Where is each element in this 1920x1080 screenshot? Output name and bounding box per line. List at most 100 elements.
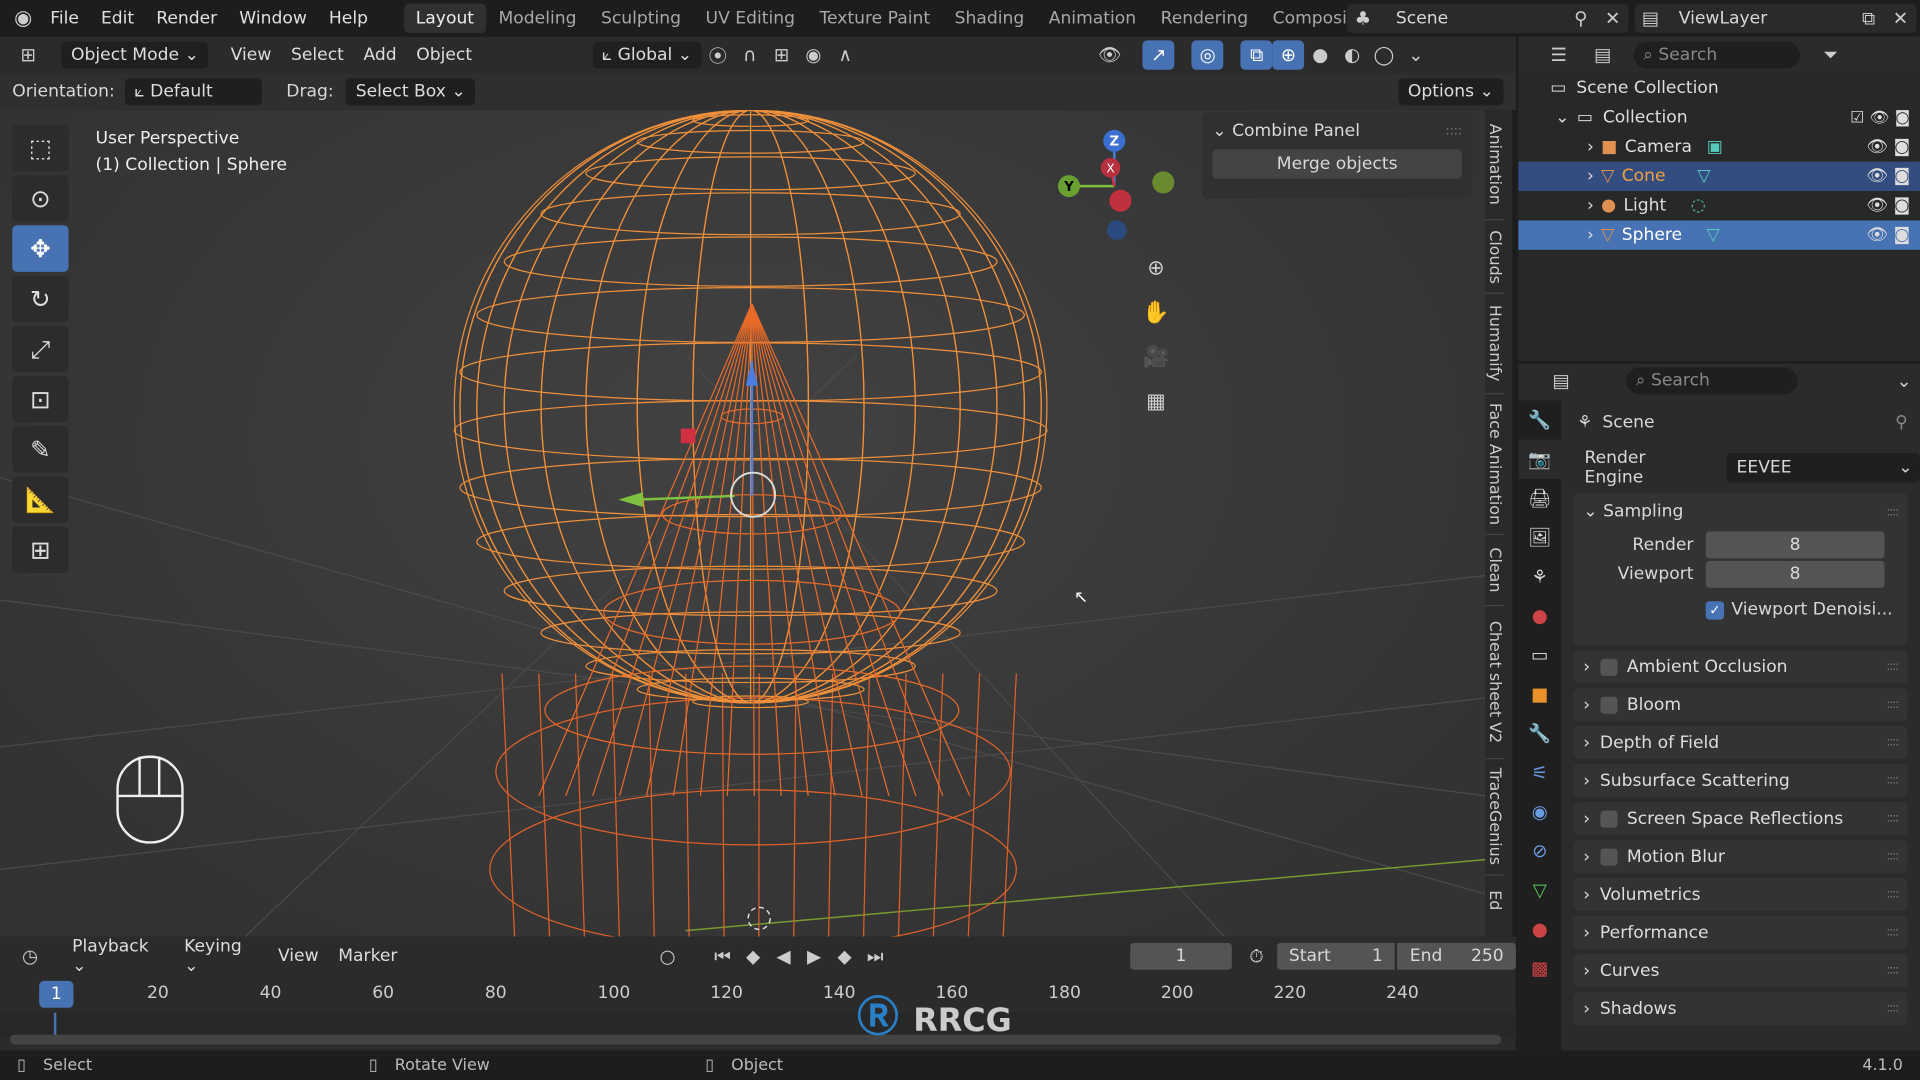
snap-target-icon[interactable]: ⊞ bbox=[766, 40, 798, 69]
proportional-edit-icon[interactable]: ◉ bbox=[797, 40, 829, 69]
rendered-shading-icon[interactable]: ◯ bbox=[1368, 40, 1400, 69]
play-icon[interactable]: ▶ bbox=[799, 942, 830, 971]
scene-collection-row[interactable]: ▭ Scene Collection bbox=[1518, 73, 1920, 102]
view-layer-tab-icon[interactable]: 🖼 bbox=[1518, 518, 1561, 557]
outliner-search-input[interactable]: ⌕ Search bbox=[1633, 41, 1801, 69]
pin-icon[interactable]: ⚲ bbox=[1895, 413, 1908, 433]
tab-layout[interactable]: Layout bbox=[403, 3, 487, 34]
panel-subsurface-scattering[interactable]: › Subsurface Scattering:::: bbox=[1573, 764, 1908, 798]
gizmo-toggle-icon[interactable]: ↗ bbox=[1142, 40, 1175, 70]
blender-logo-icon[interactable]: ◉ bbox=[7, 4, 39, 33]
modifier-tab-icon[interactable]: 🔧 bbox=[1518, 714, 1561, 753]
add-cube-tool-icon[interactable]: ⊞ bbox=[12, 526, 69, 574]
timeline-track-area[interactable] bbox=[0, 1012, 1516, 1038]
outliner-item-cone[interactable]: › ▽ Cone ▽ 👁 ◙ bbox=[1518, 161, 1920, 192]
merge-objects-button[interactable]: Merge objects bbox=[1212, 149, 1463, 179]
solid-shading-icon[interactable]: ● bbox=[1304, 40, 1336, 69]
frame-ruler[interactable]: 1 20 40 60 80 100 120 140 160 180 200 220 240 bbox=[0, 975, 1516, 1013]
measure-tool-icon[interactable]: 📐 bbox=[12, 476, 69, 523]
orientation-dropdown[interactable]: ⟀ Default bbox=[124, 78, 262, 106]
panel-volumetrics[interactable]: › Volumetrics:::: bbox=[1573, 877, 1908, 912]
physics-tab-icon[interactable]: ◉ bbox=[1518, 792, 1561, 831]
snap-icon[interactable]: ∩ bbox=[734, 40, 766, 69]
menu-playback[interactable]: Playback ⌄ bbox=[62, 937, 174, 976]
menu-marker[interactable]: Marker bbox=[328, 947, 407, 967]
wireframe-shading-icon[interactable]: ⊕ bbox=[1272, 40, 1305, 70]
visibility-icons[interactable]: 👁 ◙ bbox=[1866, 196, 1910, 216]
outliner-item-sphere[interactable]: › ▽ Sphere ▽ 👁 ◙ bbox=[1518, 220, 1920, 250]
material-shading-icon[interactable]: ◐ bbox=[1336, 40, 1368, 69]
falloff-icon[interactable]: ∧ bbox=[829, 40, 861, 69]
rotate-tool-icon[interactable]: ↻ bbox=[12, 275, 69, 323]
xray-toggle-icon[interactable]: ⧉ bbox=[1240, 40, 1273, 70]
denoise-checkbox[interactable]: ✓ bbox=[1705, 600, 1725, 619]
menu-add[interactable]: Add bbox=[354, 45, 407, 65]
outliner-item-light[interactable]: › ● Light ◌ 👁 ◙ bbox=[1518, 191, 1920, 220]
menu-view[interactable]: View bbox=[268, 947, 328, 967]
pivot-icon[interactable]: ⦿ bbox=[702, 40, 734, 69]
sidebar-tab-face-animation[interactable]: Face Animation bbox=[1485, 394, 1504, 536]
menu-window[interactable]: Window bbox=[228, 9, 318, 29]
viewport-samples-field[interactable]: 8 bbox=[1705, 560, 1885, 588]
visibility-icon[interactable]: 👁 bbox=[1094, 40, 1126, 69]
data-tab-icon[interactable]: ▽ bbox=[1518, 871, 1561, 910]
ortho-grid-icon[interactable]: ▦ bbox=[1136, 380, 1175, 424]
3d-viewport[interactable]: User Perspective (1) Collection | Sphere… bbox=[0, 110, 1486, 937]
pan-hand-icon[interactable]: ✋ bbox=[1136, 289, 1175, 336]
stopwatch-icon[interactable]: ⏱ bbox=[1241, 942, 1272, 971]
sidebar-tab-ed[interactable]: Ed bbox=[1485, 876, 1503, 925]
collection-tab-icon[interactable]: ▭ bbox=[1518, 636, 1561, 675]
menu-select[interactable]: Select bbox=[281, 45, 353, 65]
pin-icon[interactable]: ⚲ bbox=[1565, 4, 1597, 33]
tab-texture-paint[interactable]: Texture Paint bbox=[807, 4, 942, 33]
tab-modeling[interactable]: Modeling bbox=[486, 4, 588, 33]
sidebar-tab-animation[interactable]: Animation bbox=[1485, 110, 1504, 221]
panel-curves[interactable]: › Curves:::: bbox=[1573, 953, 1908, 987]
prev-keyframe-icon[interactable]: ◆ bbox=[738, 942, 769, 971]
panel-bloom[interactable]: › Bloom:::: bbox=[1573, 688, 1908, 722]
menu-keying[interactable]: Keying ⌄ bbox=[174, 937, 268, 976]
render-tab-icon[interactable]: 📷 bbox=[1518, 439, 1562, 479]
display-mode-icon[interactable]: ☰ bbox=[1543, 40, 1575, 69]
new-layer-icon[interactable]: ⧉ bbox=[1853, 4, 1885, 33]
combine-panel-header[interactable]: ⌄ Combine Panel:::: bbox=[1202, 113, 1471, 150]
scale-tool-icon[interactable]: ⤢ bbox=[12, 325, 69, 373]
panel-motion-blur[interactable]: › Motion Blur:::: bbox=[1573, 840, 1908, 874]
transform-orientation-dropdown[interactable]: ⟀ Global ⌄ bbox=[592, 41, 702, 69]
end-frame-field[interactable]: End 250 bbox=[1397, 942, 1516, 970]
tab-rendering[interactable]: Rendering bbox=[1148, 4, 1260, 33]
editor-type-icon[interactable]: ◷ bbox=[15, 942, 46, 971]
playhead[interactable]: 1 bbox=[39, 980, 74, 1008]
sampling-header[interactable]: ⌄ Sampling:::: bbox=[1573, 493, 1907, 530]
world-tab-icon[interactable]: ● bbox=[1518, 596, 1561, 635]
panel-performance[interactable]: › Performance:::: bbox=[1573, 915, 1908, 949]
navigation-gizmo[interactable]: Z X Y bbox=[1047, 122, 1182, 244]
options-dropdown[interactable]: Options ⌄ bbox=[1398, 78, 1504, 106]
play-reverse-icon[interactable]: ◀ bbox=[768, 942, 799, 971]
tab-sculpting[interactable]: Sculpting bbox=[589, 4, 694, 33]
panel-checkbox[interactable] bbox=[1599, 847, 1618, 866]
sidebar-tab-clean[interactable]: Clean bbox=[1485, 535, 1504, 607]
render-samples-field[interactable]: 8 bbox=[1705, 531, 1885, 559]
tab-shading[interactable]: Shading bbox=[942, 4, 1036, 33]
menu-file[interactable]: File bbox=[39, 9, 90, 29]
visibility-icons[interactable]: ☑ 👁 ◙ bbox=[1850, 108, 1910, 126]
scene-selector[interactable]: ♣ Scene ⚲ ✕ bbox=[1346, 3, 1629, 34]
menu-edit[interactable]: Edit bbox=[90, 9, 145, 29]
select-box-tool-icon[interactable]: ⬚ bbox=[12, 124, 69, 172]
filter-icon[interactable]: ⏷ bbox=[1815, 40, 1847, 69]
auto-key-icon[interactable]: ○ bbox=[652, 942, 683, 971]
shading-options-icon[interactable]: ⌄ bbox=[1400, 40, 1432, 69]
close-icon[interactable]: ✕ bbox=[1884, 4, 1916, 33]
tab-uv-editing[interactable]: UV Editing bbox=[693, 4, 807, 33]
visibility-icons[interactable]: 👁 ◙ bbox=[1866, 137, 1910, 157]
sidebar-tab-humanify[interactable]: Humanify bbox=[1485, 294, 1504, 395]
view-layer-selector[interactable]: ▤ ViewLayer ⧉ ✕ bbox=[1634, 3, 1917, 34]
output-tab-icon[interactable]: 🖨 bbox=[1518, 479, 1561, 518]
visibility-icons[interactable]: 👁 ◙ bbox=[1866, 167, 1910, 187]
menu-render[interactable]: Render bbox=[145, 9, 228, 29]
visibility-icons[interactable]: 👁 ◙ bbox=[1866, 225, 1910, 245]
camera-view-icon[interactable]: 🎥 bbox=[1136, 336, 1175, 380]
tool-tab-icon[interactable]: 🔧 bbox=[1518, 400, 1561, 439]
constraints-tab-icon[interactable]: ⊘ bbox=[1518, 831, 1561, 870]
